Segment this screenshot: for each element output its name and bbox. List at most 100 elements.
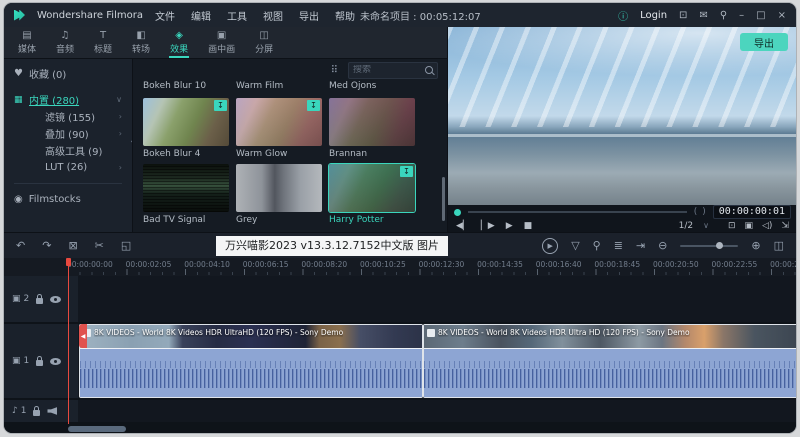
previous-frame-button[interactable]: ◀▏ xyxy=(456,221,470,231)
timeline-clip[interactable]: 8K VIDEOS - World 8K Videos HDR Ultra HD… xyxy=(423,324,796,398)
timeline-ruler[interactable]: 00:00:00:0000:00:02:0500:00:04:1000:00:0… xyxy=(4,258,796,276)
lock-icon[interactable] xyxy=(36,298,43,304)
login-button[interactable]: Login xyxy=(640,10,667,21)
microphone-icon[interactable]: ⚲ xyxy=(720,10,727,21)
maximize-button[interactable]: □ xyxy=(756,10,765,21)
tab-transitions[interactable]: ◧ 转场 xyxy=(122,27,160,58)
sidebar-item-built-in[interactable]: ▦ 内置 (280) ∨ xyxy=(4,91,132,108)
trim-handle[interactable]: ◀ xyxy=(79,324,87,348)
stop-button[interactable]: ■ xyxy=(524,221,533,231)
filmstocks-icon: ◉ xyxy=(14,194,23,205)
grid-view-icon[interactable]: ⠿ xyxy=(331,65,338,76)
fit-timeline-icon[interactable]: ◫ xyxy=(774,239,784,252)
mark-out-icon[interactable]: ) xyxy=(702,207,706,217)
download-icon[interactable]: ↧ xyxy=(400,166,413,177)
split-scissors-icon[interactable]: ✂ xyxy=(95,239,104,252)
download-icon[interactable]: ↧ xyxy=(214,100,227,111)
effects-scrollbar[interactable] xyxy=(442,177,445,221)
effect-bad-tv-signal[interactable]: Bad TV Signal xyxy=(143,164,229,225)
render-preview-icon[interactable]: ▶ xyxy=(542,238,558,254)
ruler-timestamp: 00:00:22:55 xyxy=(712,260,771,269)
horizontal-scrollbar[interactable] xyxy=(68,426,126,432)
preview-panel: () 00:00:00:01 ◀▏ ▏▶ ▶ ■ 1/2 ∨ ⊡ ▣ ◁) ⇲ xyxy=(447,27,796,232)
redo-icon[interactable]: ↷ xyxy=(42,239,51,252)
menu-item[interactable]: 编辑 xyxy=(191,8,211,23)
info-icon[interactable]: ⓘ xyxy=(618,8,628,23)
speaker-icon[interactable] xyxy=(47,407,57,415)
zoom-out-icon[interactable]: ⊖ xyxy=(658,239,667,252)
menu-item[interactable]: 文件 xyxy=(155,8,175,23)
mark-shield-icon[interactable]: ▽ xyxy=(571,239,579,252)
effect-thumbnail[interactable]: ↧ xyxy=(329,164,415,212)
export-button[interactable]: 导出 xyxy=(740,33,788,51)
sidebar-item-advanced-tools[interactable]: 高级工具 (9) xyxy=(4,142,132,159)
close-button[interactable]: × xyxy=(778,10,786,21)
sidebar-item-overlays[interactable]: 叠加 (90) › xyxy=(4,125,132,142)
speaker-icon[interactable]: ◁) xyxy=(762,221,772,231)
eye-icon[interactable] xyxy=(50,358,61,365)
eye-icon[interactable] xyxy=(50,296,61,303)
tab-media[interactable]: ▤ 媒体 xyxy=(8,27,46,58)
screen-record-icon[interactable]: ⊡ xyxy=(679,10,687,21)
tab-pip[interactable]: ▣ 画中画 xyxy=(198,27,245,58)
effect-bokeh-blur-4[interactable]: ↧ Bokeh Blur 4 xyxy=(143,98,229,159)
zoom-in-icon[interactable]: ⊕ xyxy=(751,239,760,252)
effect-thumbnail[interactable] xyxy=(143,164,229,212)
effect-brannan[interactable]: Brannan xyxy=(329,98,415,159)
preview-zoom-dropdown[interactable]: 1/2 xyxy=(679,221,693,231)
effect-name: Harry Potter xyxy=(329,215,415,225)
mark-in-icon[interactable]: ( xyxy=(694,207,698,217)
tab-effects[interactable]: ◈ 效果 xyxy=(160,27,198,58)
display-setting-icon[interactable]: ⊡ xyxy=(728,221,736,231)
tab-audio[interactable]: ♫ 音频 xyxy=(46,27,84,58)
lock-icon[interactable] xyxy=(36,360,43,366)
sidebar-item-lut[interactable]: LUT (26) › xyxy=(4,159,132,176)
play-button[interactable]: ▶ xyxy=(506,221,513,231)
effect-harry-potter[interactable]: ↧ Harry Potter xyxy=(329,164,415,225)
undo-icon[interactable]: ↶ xyxy=(16,239,25,252)
effect-thumbnail[interactable]: ↧ xyxy=(143,98,229,146)
timecode-display[interactable]: 00:00:00:01 xyxy=(713,205,791,219)
video-track-2: ▣ 2 xyxy=(4,276,796,322)
timeline-zoom-slider[interactable] xyxy=(680,245,738,247)
sidebar-item-filmstocks[interactable]: ◉ Filmstocks xyxy=(4,190,132,208)
effect-thumbnail[interactable] xyxy=(329,98,415,146)
tab-icon: ◈ xyxy=(175,31,183,41)
tab-split-screen[interactable]: ◫ 分屏 xyxy=(245,27,283,58)
playhead[interactable] xyxy=(68,258,69,424)
fullscreen-icon[interactable]: ⇲ xyxy=(781,221,789,231)
message-icon[interactable]: ✉ xyxy=(699,10,707,21)
auto-ripple-icon[interactable]: ⇥ xyxy=(636,239,645,252)
menu-item[interactable]: 导出 xyxy=(299,8,319,23)
menu-item[interactable]: 工具 xyxy=(227,8,247,23)
minimize-button[interactable]: – xyxy=(739,10,744,21)
next-frame-button[interactable]: ▏▶ xyxy=(481,221,495,231)
voiceover-mic-icon[interactable]: ⚲ xyxy=(593,239,601,252)
sidebar-item-favorites[interactable]: ♥ 收藏 (0) xyxy=(4,64,132,82)
lock-icon[interactable] xyxy=(33,410,40,416)
effects-grid: ↧ Bokeh Blur 4 ↧ Warm Glow Brannan xyxy=(133,98,448,225)
snapshot-camera-icon[interactable]: ▣ xyxy=(745,221,754,231)
audio-track-icon: ♪ xyxy=(12,406,18,416)
clip-thumbnails: 8K VIDEOS - World 8K Videos HDR UltraHD … xyxy=(80,325,422,348)
timeline-clip[interactable]: ◀ 8K VIDEOS - World 8K Videos HDR UltraH… xyxy=(79,324,423,398)
download-icon[interactable]: ↧ xyxy=(307,100,320,111)
effect-thumbnail[interactable]: ↧ xyxy=(236,98,322,146)
clip-label: 8K VIDEOS - World 8K Videos HDR UltraHD … xyxy=(94,328,343,337)
audio-mixer-icon[interactable]: ≣ xyxy=(614,239,623,252)
menu-item[interactable]: 帮助 xyxy=(335,8,355,23)
seek-bar[interactable] xyxy=(468,211,687,213)
effect-thumbnail[interactable] xyxy=(236,164,322,212)
effect-grey[interactable]: Grey xyxy=(236,164,322,225)
sidebar-item-filters[interactable]: 滤镜 (155) › xyxy=(4,108,132,125)
chevron-down-icon[interactable]: ∨ xyxy=(703,221,709,230)
search-box[interactable] xyxy=(348,62,438,79)
tab-titles[interactable]: T 标题 xyxy=(84,27,122,58)
menu-item[interactable]: 视图 xyxy=(263,8,283,23)
search-input[interactable] xyxy=(353,65,421,75)
seek-handle[interactable] xyxy=(454,209,461,216)
delete-icon[interactable]: ⊠ xyxy=(68,239,77,252)
tab-icon: ▤ xyxy=(22,31,31,41)
effect-warm-glow[interactable]: ↧ Warm Glow xyxy=(236,98,322,159)
crop-icon[interactable]: ◱ xyxy=(121,239,131,252)
